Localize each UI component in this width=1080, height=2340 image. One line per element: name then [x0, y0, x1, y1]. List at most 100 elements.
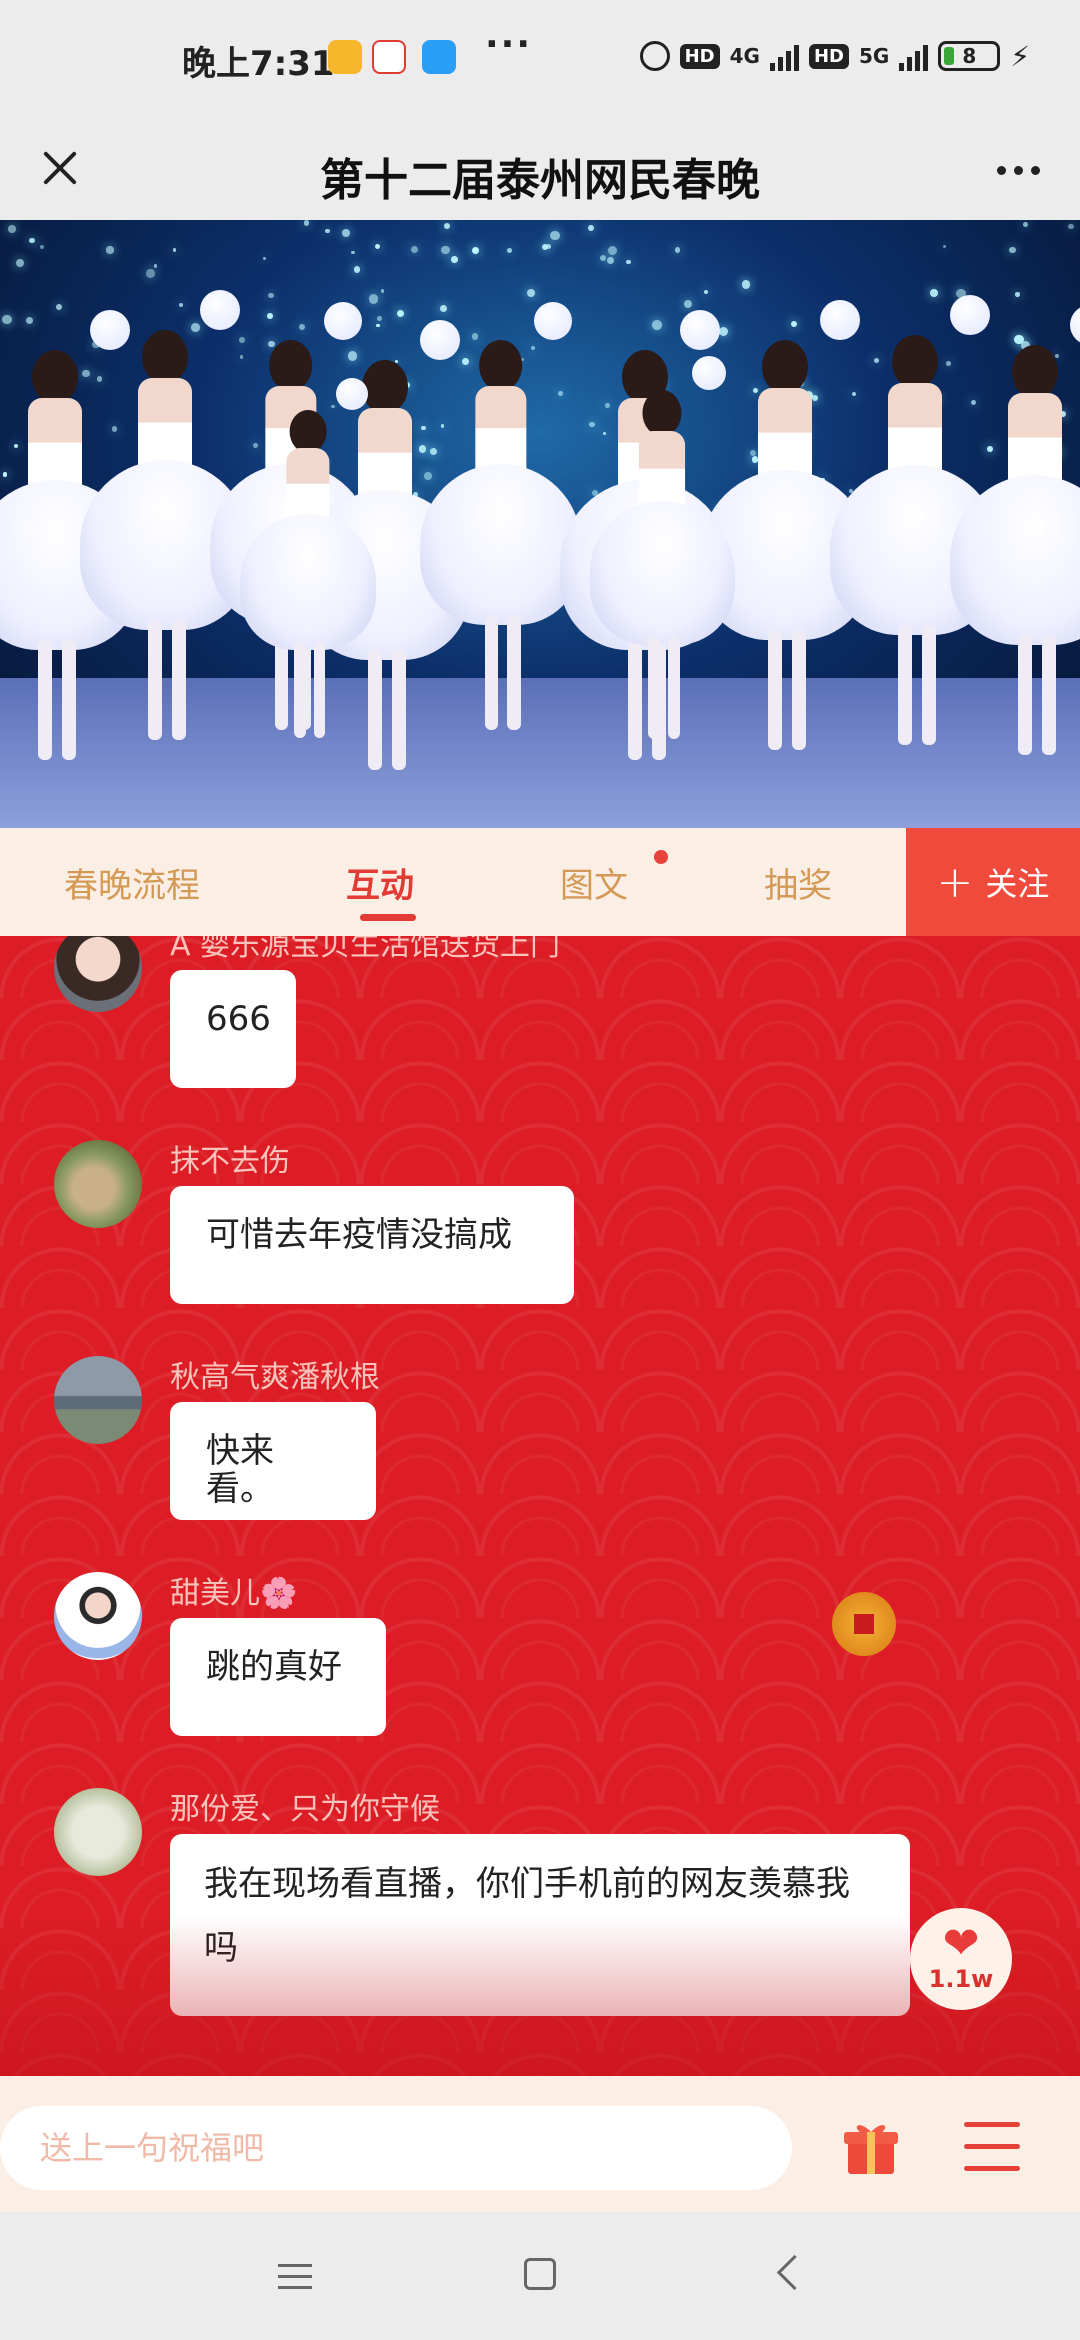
stage-light-sparkle: [55, 303, 63, 311]
tab-program[interactable]: 春晚流程: [64, 858, 200, 907]
dancer-head: [32, 350, 78, 404]
dancer-leg: [507, 615, 521, 730]
stage-light-sparkle: [353, 266, 361, 273]
tab-gallery[interactable]: 图文: [560, 858, 628, 907]
stage-light-sparkle: [172, 248, 177, 252]
live-video-player[interactable]: [0, 220, 1080, 828]
title-bar: 第十二届泰州网民春晚: [0, 118, 1080, 220]
dancer-leg: [294, 642, 306, 738]
dancer-leg: [172, 620, 186, 740]
chat-username: 秋高气爽潘秋根: [170, 1360, 380, 1395]
stage-light-sparkle: [351, 250, 355, 255]
stage-light-sparkle: [626, 259, 632, 265]
stage-light-sparkle: [262, 256, 266, 260]
active-tab-indicator: [360, 914, 416, 921]
unread-dot: [654, 850, 668, 864]
recent-apps-icon[interactable]: [278, 2262, 312, 2292]
stage-light-sparkle: [546, 243, 552, 249]
coin-reward-icon[interactable]: [832, 1592, 896, 1656]
dancer-tutu: [240, 514, 376, 650]
stage-light-sparkle: [1068, 224, 1074, 230]
stage-light-sparkle: [703, 289, 708, 295]
dancer-leg: [392, 650, 406, 770]
dancer-leg: [668, 636, 681, 739]
status-time: 晚上7:31: [182, 44, 335, 84]
chat-username: 抹不去伤: [170, 1144, 290, 1179]
stage-light-sparkle: [40, 244, 45, 249]
pompom: [534, 302, 572, 340]
stage-light-sparkle: [440, 245, 450, 255]
stage-light-sparkle: [396, 309, 404, 318]
ballet-dancer: [240, 378, 376, 746]
stage-light-sparkle: [368, 294, 378, 304]
pompom: [200, 290, 240, 330]
dancer-leg: [898, 625, 912, 745]
network-type-5g: 5G: [858, 44, 890, 68]
dancer-leg: [38, 640, 52, 760]
notification-app-icon: [422, 40, 456, 74]
stage-light-sparkle: [146, 269, 155, 278]
dancer-leg: [792, 630, 806, 750]
stage-light-sparkle: [683, 300, 692, 309]
avatar[interactable]: [54, 936, 142, 1012]
stage-light-sparkle: [1015, 292, 1020, 297]
chat-username: A 婴乐源宝贝生活馆送货上门: [170, 936, 561, 963]
avatar[interactable]: [54, 1572, 142, 1660]
dancer-leg: [647, 636, 660, 739]
stage-light-sparkle: [377, 316, 383, 322]
dancer-tutu: [420, 463, 582, 625]
stage-light-sparkle: [550, 230, 561, 241]
stage-light-sparkle: [451, 256, 458, 263]
chat-bubble: 666: [170, 970, 296, 1088]
chat-username: 那份爱、只为你守候: [170, 1792, 440, 1827]
pompom: [692, 356, 726, 390]
more-icon[interactable]: [982, 134, 1054, 206]
dancer-leg: [313, 642, 325, 738]
stage-light-sparkle: [106, 246, 114, 254]
charging-icon: ⚡: [1010, 39, 1030, 73]
tab-interaction[interactable]: 互动: [346, 858, 414, 907]
stage-light-sparkle: [1023, 222, 1029, 227]
gift-icon[interactable]: [842, 2118, 900, 2176]
dancer-leg: [1018, 635, 1032, 755]
ballet-dancer: [420, 302, 582, 739]
tab-lottery[interactable]: 抽奖: [764, 858, 832, 907]
stage-light-sparkle: [439, 305, 447, 313]
stage-light-sparkle: [930, 288, 939, 297]
dancer-tutu: [590, 500, 735, 645]
stage-light-sparkle: [411, 246, 419, 254]
stage-light-sparkle: [1, 314, 12, 325]
dancer-head: [762, 340, 808, 394]
dancer-leg: [484, 615, 498, 730]
avatar[interactable]: [54, 1788, 142, 1876]
stage-light-sparkle: [606, 257, 614, 265]
follow-button[interactable]: + 关注: [906, 828, 1080, 936]
stage-light-sparkle: [471, 333, 478, 340]
notification-app-icon: [328, 40, 362, 74]
dancer-leg: [148, 620, 162, 740]
heart-icon: ❤: [942, 1918, 980, 1969]
stage-light-sparkle: [526, 288, 535, 298]
stage-light-sparkle: [587, 225, 595, 232]
stage-light-sparkle: [29, 238, 35, 244]
comment-input[interactable]: [0, 2106, 792, 2190]
chat-bubble: 可惜去年疫情没搞成: [170, 1186, 574, 1304]
stage-light-sparkle: [374, 243, 380, 250]
pompom: [324, 302, 362, 340]
dancer-leg: [62, 640, 76, 760]
avatar[interactable]: [54, 1356, 142, 1444]
like-button[interactable]: ❤ 1.1w: [910, 1908, 1012, 2010]
avatar[interactable]: [54, 1140, 142, 1228]
home-icon[interactable]: [524, 2258, 556, 2290]
dancer-head: [1012, 345, 1058, 399]
pompom: [950, 295, 990, 335]
stage-light-sparkle: [674, 247, 680, 253]
back-icon[interactable]: [776, 2254, 813, 2291]
menu-icon[interactable]: [964, 2122, 1020, 2172]
stage-light-sparkle: [651, 320, 662, 330]
stage-light-sparkle: [719, 327, 729, 337]
ballet-dancer: [590, 356, 735, 747]
chat-feed[interactable]: A 婴乐源宝贝生活馆送货上门 666 抹不去伤 可惜去年疫情没搞成 秋高气爽潘秋…: [0, 936, 1080, 2076]
signal-icon: [769, 41, 799, 71]
follow-label: 关注: [985, 865, 1050, 903]
